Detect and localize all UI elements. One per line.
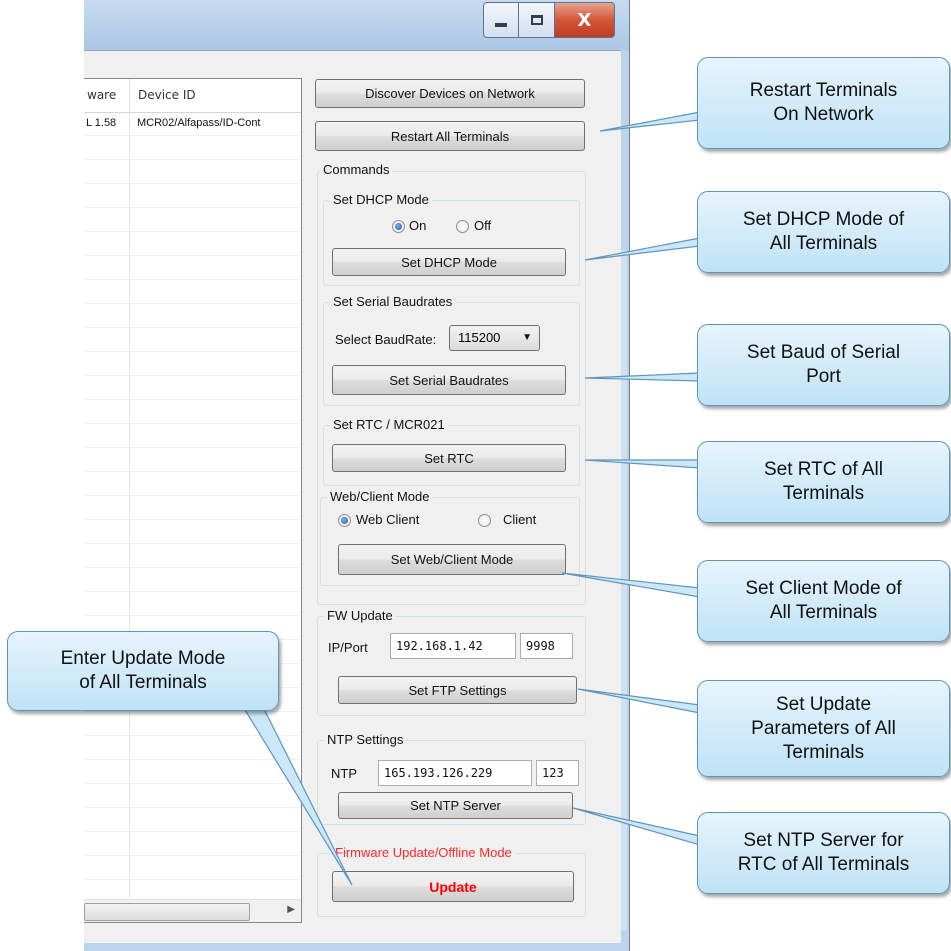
- callout-pointer-client: [561, 572, 701, 598]
- callout-set-update-parameters: Set Update Parameters of All Terminals: [697, 680, 950, 777]
- callout-pointer-rtc: [584, 459, 701, 469]
- callout-set-baud: Set Baud of Serial Port: [697, 324, 950, 406]
- callout-restart-terminals: Restart Terminals On Network: [697, 57, 950, 149]
- callout-pointer-baud: [584, 372, 701, 382]
- callout-set-client-mode: Set Client Mode of All Terminals: [697, 560, 950, 642]
- callout-pointer-update-mode: [240, 704, 353, 886]
- callout-enter-update-mode: Enter Update Mode of All Terminals: [7, 631, 279, 711]
- callout-set-rtc: Set RTC of All Terminals: [697, 441, 950, 523]
- callout-pointer-restart: [599, 111, 701, 132]
- callout-set-ntp-server: Set NTP Server for RTC of All Terminals: [697, 812, 950, 894]
- callout-set-dhcp-mode: Set DHCP Mode of All Terminals: [697, 191, 950, 273]
- callout-pointer-ntp: [572, 807, 701, 846]
- callout-pointer-update-params: [577, 688, 701, 714]
- callout-pointer-dhcp: [584, 237, 701, 261]
